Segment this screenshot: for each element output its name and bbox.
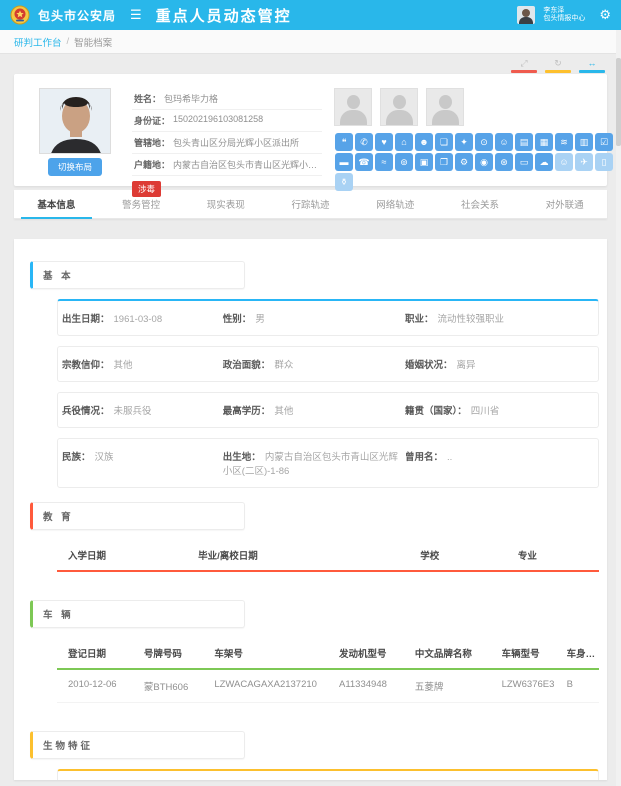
phone-icon[interactable]: ☎: [355, 153, 373, 171]
settings-gear-icon[interactable]: ⚙: [599, 7, 611, 23]
basic-row-1: 出生日期：1961-03-08 性别：男 职业：流动性较强职业: [57, 299, 599, 336]
menu-toggle-icon[interactable]: ☰: [130, 7, 142, 23]
cloud-icon[interactable]: ☁: [535, 153, 553, 171]
home-icon[interactable]: ⌂: [395, 133, 413, 151]
person-light-icon[interactable]: ☺: [555, 153, 573, 171]
phone-volume-icon[interactable]: ✆: [355, 133, 373, 151]
vehicle-table: 登记日期 号牌号码 车架号 发动机型号 中文品牌名称 车辆型号 车身颜色 201…: [57, 638, 599, 717]
app-name: 包头市公安局: [38, 7, 116, 24]
check-square-icon[interactable]: ☑: [595, 133, 613, 151]
file-image-icon[interactable]: ▦: [535, 133, 553, 151]
refresh-icon: ↻: [554, 59, 562, 68]
switch-layout-button[interactable]: 切换布局: [48, 158, 102, 176]
police-badge-icon: [10, 5, 30, 25]
basic-row-3: 兵役情况：未服兵役 最高学历：其他 籍贯（国家）：四川省: [57, 392, 599, 428]
breadcrumb-current: 智能档案: [74, 35, 112, 49]
field-id-number: 身份证： 150202196103081258: [132, 110, 322, 132]
field-jurisdiction: 管辖地： 包头青山区分局光辉小区派出所: [132, 132, 322, 154]
expand-icon: ⤢: [520, 59, 527, 68]
field-registered-address: 户籍地： 内蒙古自治区包头市青山区光辉小区(二区)-1-86: [132, 154, 322, 176]
user-avatar[interactable]: [517, 6, 535, 24]
user-name: 李东泽: [543, 7, 585, 15]
avatar-placeholder[interactable]: [380, 88, 418, 126]
avatar-placeholder[interactable]: [426, 88, 464, 126]
section-header-biometrics: 生物特征: [30, 731, 245, 759]
field-name: 姓名： 包玛希毕力格: [132, 88, 322, 110]
police-car-icon[interactable]: ⊚: [395, 153, 413, 171]
scrollbar-thumb[interactable]: [616, 58, 621, 146]
profile-card: 切换布局 姓名： 包玛希毕力格 身份证： 150202196103081258 …: [14, 74, 607, 186]
panel-controls: ⤢ ↻ ↔: [0, 54, 621, 74]
user-info: 李东泽 包头情报中心: [543, 7, 585, 23]
vehicle-table-header: 登记日期 号牌号码 车架号 发动机型号 中文品牌名称 车辆型号 车身颜色: [57, 638, 599, 670]
truck-icon[interactable]: ▣: [415, 153, 433, 171]
plane-icon[interactable]: ✈: [575, 153, 593, 171]
tab-basic-info[interactable]: 基本信息: [14, 190, 99, 218]
users-icon[interactable]: ☻: [415, 133, 433, 151]
file-icon[interactable]: ▤: [515, 133, 533, 151]
section-header-basic: 基 本: [30, 261, 245, 289]
tab-actual-performance[interactable]: 现实表现: [183, 190, 268, 218]
user-circle-icon[interactable]: ◉: [475, 153, 493, 171]
breadcrumb-parent[interactable]: 研判工作台: [14, 35, 62, 49]
refresh-control[interactable]: ↻: [545, 59, 571, 74]
person-photo: [39, 88, 111, 154]
basic-row-4: 民族：汉族 出生地：内蒙古自治区包头市青山区光辉小区(二区)-1-86 曾用名：…: [57, 438, 599, 488]
avatar-placeholder[interactable]: [334, 88, 372, 126]
gear-small-icon[interactable]: ⚙: [455, 153, 473, 171]
tab-external-contact[interactable]: 对外联通: [522, 190, 607, 218]
credit-card-icon[interactable]: ▭: [515, 153, 533, 171]
rss-icon[interactable]: ≈: [375, 153, 393, 171]
profile-fields: 姓名： 包玛希毕力格 身份证： 150202196103081258 管辖地： …: [132, 88, 322, 176]
tab-movement-track[interactable]: 行踪轨迹: [268, 190, 353, 218]
tab-social-relations[interactable]: 社会关系: [438, 190, 523, 218]
taxi-icon[interactable]: ⊛: [495, 153, 513, 171]
vertical-scrollbar[interactable]: [616, 30, 621, 786]
user-icon[interactable]: ☺: [495, 133, 513, 151]
education-table-header: 入学日期 毕业/离校日期 学校 专业: [57, 540, 599, 572]
bus-icon[interactable]: ▯: [595, 153, 613, 171]
detail-panel: 基 本 出生日期：1961-03-08 性别：男 职业：流动性较强职业 宗教信仰…: [14, 239, 607, 780]
basic-row-2: 宗教信仰：其他 政治面貌：群众 婚姻状况：离异: [57, 346, 599, 382]
wifi-icon[interactable]: ≋: [555, 133, 573, 151]
car-icon[interactable]: ⊙: [475, 133, 493, 151]
vehicle-table-row: 2010-12-06 蒙BTH606 LZWACAGAXA2137210 A11…: [57, 670, 599, 703]
trash-icon[interactable]: ⚱: [335, 173, 353, 191]
heart-icon[interactable]: ♥: [375, 133, 393, 151]
fullscreen-control[interactable]: ⤢: [511, 59, 537, 74]
graduation-cap-icon[interactable]: ✦: [455, 133, 473, 151]
tab-police-control[interactable]: 警务管控: [99, 190, 184, 218]
education-table: 入学日期 毕业/离校日期 学校 专业: [57, 540, 599, 586]
user-org: 包头情报中心: [543, 15, 585, 23]
section-header-vehicle: 车 辆: [30, 600, 245, 628]
hotel-icon[interactable]: ❐: [435, 153, 453, 171]
top-bar: 包头市公安局 ☰ 重点人员动态管控 李东泽 包头情报中心 ⚙: [0, 0, 621, 30]
bank-icon[interactable]: ▥: [575, 133, 593, 151]
comment-icon[interactable]: ❝: [335, 133, 353, 151]
collapse-icon: ↔: [588, 59, 597, 68]
bio-row-1: 体貌特征描述：黑色外套,运动鞋 体表特殊标记：额头有痣: [57, 769, 599, 780]
breadcrumb-separator: /: [67, 36, 70, 47]
id-card-icon[interactable]: ▬: [335, 153, 353, 171]
section-header-education: 教 育: [30, 502, 245, 530]
bed-icon[interactable]: ❏: [435, 133, 453, 151]
page-title: 重点人员动态管控: [156, 5, 292, 26]
category-icon-grid: ❝ ✆ ♥ ⌂ ☻ ❏ ✦ ⊙ ☺ ▤ ▦ ≋ ▥ ☑ ▬ ☎ ≈ ⊚ ▣ ❐ …: [334, 132, 618, 192]
tab-bar: 基本信息 警务管控 现实表现 行踪轨迹 网络轨迹 社会关系 对外联通: [14, 190, 607, 219]
breadcrumb: 研判工作台 / 智能档案: [0, 30, 621, 54]
related-person-avatars: [334, 88, 618, 126]
tab-network-track[interactable]: 网络轨迹: [353, 190, 438, 218]
collapse-control[interactable]: ↔: [579, 59, 605, 74]
